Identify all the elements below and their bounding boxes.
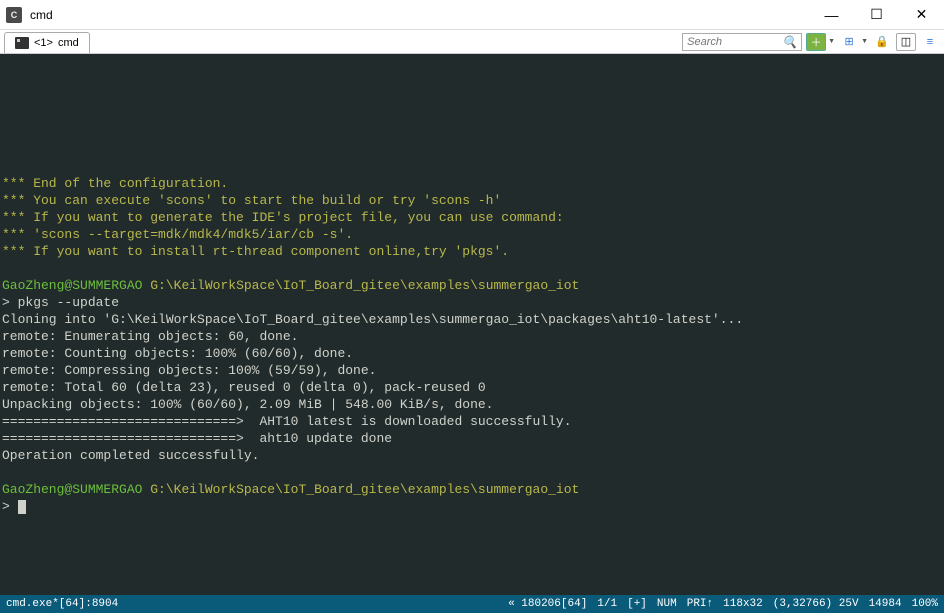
new-tab-dropdown[interactable]: ▼ xyxy=(828,38,835,45)
window-title: cmd xyxy=(30,8,53,22)
terminal-line: remote: Total 60 (delta 23), reused 0 (d… xyxy=(2,379,944,396)
search-input[interactable] xyxy=(687,36,782,48)
tab-index: <1> xyxy=(34,37,53,49)
search-icon[interactable]: 🔍 xyxy=(782,35,797,49)
terminal-line: Cloning into 'G:\KeilWorkSpace\IoT_Board… xyxy=(2,311,944,328)
terminal-line: > xyxy=(2,498,944,515)
terminal-icon xyxy=(15,37,29,49)
terminal-line: ==============================> aht10 up… xyxy=(2,430,944,447)
maximize-button[interactable]: ☐ xyxy=(854,0,899,30)
windows-dropdown[interactable]: ▼ xyxy=(861,38,868,45)
terminal-line xyxy=(2,141,944,158)
terminal-line: > pkgs --update xyxy=(2,294,944,311)
terminal-line: *** End of the configuration. xyxy=(2,175,944,192)
search-box[interactable]: 🔍 xyxy=(682,33,802,51)
windows-button[interactable]: ⊞ xyxy=(839,33,859,51)
terminal-line: *** You can execute 'scons' to start the… xyxy=(2,192,944,209)
tab-label: cmd xyxy=(58,37,79,49)
terminal-line xyxy=(2,107,944,124)
minimize-button[interactable]: — xyxy=(809,0,854,30)
cursor xyxy=(18,500,26,514)
status-item: NUM xyxy=(657,598,677,610)
terminal-line: remote: Enumerating objects: 60, done. xyxy=(2,328,944,345)
status-right: « 180206[64] 1/1 [+] NUM PRI↑ 118x32 (3,32766)… xyxy=(508,598,938,610)
status-item: 14984 xyxy=(869,598,902,610)
status-item: [+] xyxy=(627,598,647,610)
terminal-line: *** If you want to install rt-thread com… xyxy=(2,243,944,260)
lock-button[interactable]: 🔒 xyxy=(872,33,892,51)
menu-button[interactable]: ≡ xyxy=(920,33,940,51)
split-view-button[interactable]: ◫ xyxy=(896,33,916,51)
tab-bar: <1> cmd 🔍 ＋ ▼ ⊞ ▼ 🔒 ◫ ≡ xyxy=(0,30,944,54)
close-button[interactable]: ✕ xyxy=(899,0,944,30)
terminal-line: remote: Compressing objects: 100% (59/59… xyxy=(2,362,944,379)
terminal-line xyxy=(2,90,944,107)
terminal-line: ==============================> AHT10 la… xyxy=(2,413,944,430)
status-item: 118x32 xyxy=(723,598,763,610)
tab-cmd[interactable]: <1> cmd xyxy=(4,32,90,53)
status-item: 1/1 xyxy=(597,598,617,610)
terminal-line: Unpacking objects: 100% (60/60), 2.09 Mi… xyxy=(2,396,944,413)
terminal-line: Operation completed successfully. xyxy=(2,447,944,464)
status-item: 100% xyxy=(912,598,938,610)
terminal-line: *** 'scons --target=mdk/mdk4/mdk5/iar/cb… xyxy=(2,226,944,243)
terminal-line xyxy=(2,124,944,141)
terminal-line: remote: Counting objects: 100% (60/60), … xyxy=(2,345,944,362)
terminal-line xyxy=(2,73,944,90)
status-item: « 180206[64] xyxy=(508,598,587,610)
app-icon: C xyxy=(6,7,22,23)
terminal-line xyxy=(2,158,944,175)
toolbar-right: 🔍 ＋ ▼ ⊞ ▼ 🔒 ◫ ≡ xyxy=(682,30,944,53)
status-item: (3,32766) 25V xyxy=(773,598,859,610)
terminal-line xyxy=(2,56,944,73)
titlebar: C cmd — ☐ ✕ xyxy=(0,0,944,30)
terminal-line xyxy=(2,260,944,277)
terminal-line: GaoZheng@SUMMERGAO G:\KeilWorkSpace\IoT_… xyxy=(2,277,944,294)
new-tab-button[interactable]: ＋ xyxy=(806,33,826,51)
status-bar: cmd.exe*[64]:8904 « 180206[64] 1/1 [+] NUM P… xyxy=(0,595,944,613)
terminal-line: GaoZheng@SUMMERGAO G:\KeilWorkSpace\IoT_… xyxy=(2,481,944,498)
terminal-line: *** If you want to generate the IDE's pr… xyxy=(2,209,944,226)
terminal-output[interactable]: *** End of the configuration.*** You can… xyxy=(0,54,944,595)
status-item: PRI↑ xyxy=(687,598,713,610)
status-process: cmd.exe*[64]:8904 xyxy=(6,598,118,610)
terminal-line xyxy=(2,464,944,481)
